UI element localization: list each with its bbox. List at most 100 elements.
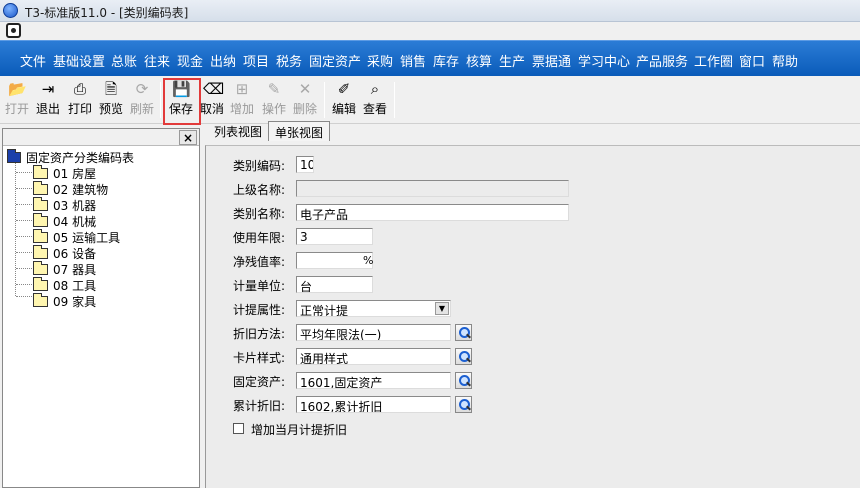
print-button[interactable]: ⎙ 打印 xyxy=(66,80,94,120)
view-label: 查看 xyxy=(362,102,387,116)
tree-item-name: 运输工具 xyxy=(72,231,121,245)
tree-item[interactable]: 09 家具 xyxy=(33,293,97,309)
menu-file[interactable]: 文件 xyxy=(20,51,46,70)
preview-button[interactable]: 🗎 预览 xyxy=(97,80,125,120)
tree-item[interactable]: 01 房屋 xyxy=(33,165,97,181)
system-menu-strip xyxy=(0,22,860,40)
preview-label: 预览 xyxy=(98,102,123,116)
unit-field[interactable]: 台 xyxy=(296,276,373,293)
add-icon: ⊞ xyxy=(235,80,249,98)
tree-item-name: 工具 xyxy=(72,279,97,293)
tree-connector xyxy=(16,188,32,189)
useful-life-field[interactable]: 3 xyxy=(296,228,373,245)
menu-purchase[interactable]: 采购 xyxy=(367,51,393,70)
toolbar-separator xyxy=(324,82,325,118)
category-code-field[interactable]: 10 xyxy=(296,156,314,173)
menu-general-ledger[interactable]: 总账 xyxy=(111,51,137,70)
tree-item-name: 设备 xyxy=(72,247,97,261)
edit-icon: ✐ xyxy=(337,80,351,98)
tree-root[interactable]: 固定资产分类编码表 xyxy=(7,149,134,165)
menu-fixed-assets[interactable]: 固定资产 xyxy=(309,51,361,70)
exit-button[interactable]: ⇥ 退出 xyxy=(34,80,62,120)
refresh-button[interactable]: ⟳ 刷新 xyxy=(128,80,156,120)
menu-tax[interactable]: 税务 xyxy=(276,51,302,70)
menu-receivables[interactable]: 往来 xyxy=(144,51,170,70)
residual-rate-field[interactable] xyxy=(296,252,373,269)
menu-learning-center[interactable]: 学习中心 xyxy=(578,51,630,70)
tree-item[interactable]: 08 工具 xyxy=(33,277,97,293)
view-button[interactable]: ⌕ 查看 xyxy=(361,80,389,120)
menu-help[interactable]: 帮助 xyxy=(772,51,798,70)
refresh-icon: ⟳ xyxy=(135,80,149,98)
close-panel-button[interactable]: × xyxy=(179,130,197,145)
window-title: T3-标准版11.0 - [类别编码表] xyxy=(25,6,189,20)
depreciate-current-month-checkbox[interactable] xyxy=(233,423,244,434)
depreciation-method-field[interactable]: 平均年限法(一) xyxy=(296,324,451,341)
tree-item[interactable]: 03 机器 xyxy=(33,197,96,213)
folder-icon xyxy=(33,213,48,227)
magnifier-icon[interactable] xyxy=(455,396,472,413)
folder-icon xyxy=(33,229,48,243)
folder-icon xyxy=(33,277,48,291)
card-style-field[interactable]: 通用样式 xyxy=(296,348,451,365)
edit-button[interactable]: ✐ 编辑 xyxy=(330,80,358,120)
tree-connector xyxy=(16,204,32,205)
menu-inventory[interactable]: 库存 xyxy=(433,51,459,70)
tab-list-view[interactable]: 列表视图 xyxy=(206,121,270,141)
tree-item[interactable]: 06 设备 xyxy=(33,245,97,261)
tree-item-name: 家具 xyxy=(72,295,97,309)
menu-sales[interactable]: 销售 xyxy=(400,51,426,70)
category-form: 类别编码: 10 上级名称: 类别名称: 电子产品 使用年限: 3 净残值率: … xyxy=(205,145,860,488)
magnifier-icon[interactable] xyxy=(455,372,472,389)
delete-button[interactable]: ✕ 删除 xyxy=(291,80,319,120)
open-button[interactable]: 📂 打开 xyxy=(4,80,30,120)
accumulated-depreciation-field[interactable]: 1602,累计折旧 xyxy=(296,396,451,413)
add-button[interactable]: ⊞ 增加 xyxy=(229,80,255,120)
category-name-label: 类别名称: xyxy=(233,207,286,221)
tab-single-view[interactable]: 单张视图 xyxy=(268,121,330,141)
tree-connector xyxy=(16,284,32,285)
tree-item-code: 01 xyxy=(53,167,69,181)
magnifier-icon[interactable] xyxy=(455,348,472,365)
category-name-field[interactable]: 电子产品 xyxy=(296,204,569,221)
cancel-icon: ⌫ xyxy=(203,80,225,98)
tree-item[interactable]: 07 器具 xyxy=(33,261,96,277)
tree-item[interactable]: 02 建筑物 xyxy=(33,181,108,197)
menu-bills[interactable]: 票据通 xyxy=(532,51,571,70)
menu-work-circle[interactable]: 工作圈 xyxy=(694,51,733,70)
menu-production[interactable]: 生产 xyxy=(499,51,525,70)
menu-accounting[interactable]: 核算 xyxy=(466,51,492,70)
menu-basic-settings[interactable]: 基础设置 xyxy=(53,51,105,70)
category-tree-panel: × 固定资产分类编码表 01 房屋 02 建筑物 03 机器 04 机械 05 … xyxy=(2,128,200,488)
menu-product-service[interactable]: 产品服务 xyxy=(636,51,688,70)
tree-item-code: 07 xyxy=(53,263,69,277)
magnifier-icon[interactable] xyxy=(455,324,472,341)
tree-connector xyxy=(16,172,32,173)
menu-project[interactable]: 项目 xyxy=(243,51,269,70)
save-button-highlight xyxy=(163,78,201,125)
tree-item-code: 04 xyxy=(53,215,69,229)
cancel-label: 取消 xyxy=(199,102,224,116)
cancel-button[interactable]: ⌫ 取消 xyxy=(199,80,225,120)
tree-item-code: 05 xyxy=(53,231,69,245)
tree-item-code: 09 xyxy=(53,295,69,309)
fixed-asset-account-field[interactable]: 1601,固定资产 xyxy=(296,372,451,389)
tree-item-name: 房屋 xyxy=(72,167,97,181)
chevron-down-icon[interactable]: ▼ xyxy=(435,302,449,315)
open-label: 打开 xyxy=(4,102,29,116)
exit-icon: ⇥ xyxy=(41,80,55,98)
system-menu-icon[interactable] xyxy=(6,23,21,38)
menu-cash[interactable]: 现金 xyxy=(177,51,203,70)
menu-window[interactable]: 窗口 xyxy=(739,51,765,70)
accrual-attribute-select[interactable]: 正常计提 ▼ xyxy=(296,300,451,317)
tree-connector xyxy=(16,236,32,237)
tree-item[interactable]: 05 运输工具 xyxy=(33,229,121,245)
menu-cashier[interactable]: 出纳 xyxy=(210,51,236,70)
operate-button[interactable]: ✎ 操作 xyxy=(260,80,288,120)
tree-connector xyxy=(15,163,16,296)
percent-unit: % xyxy=(363,254,374,267)
delete-label: 删除 xyxy=(292,102,317,116)
tree-item[interactable]: 04 机械 xyxy=(33,213,96,229)
view-icon: ⌕ xyxy=(370,80,380,98)
tree-item-code: 06 xyxy=(53,247,69,261)
